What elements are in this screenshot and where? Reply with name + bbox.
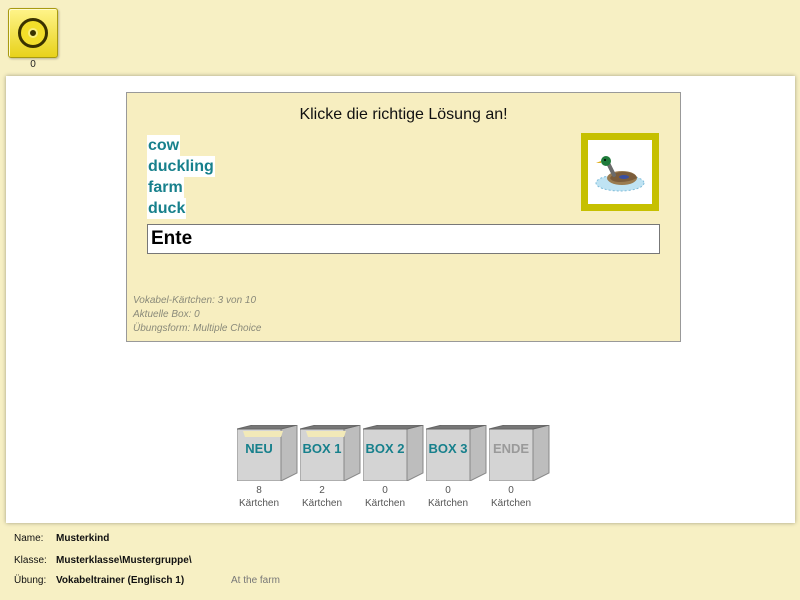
class-name: Musterklasse\Mustergruppe\ [56, 555, 192, 566]
meta-box: Aktuelle Box: 0 [133, 309, 200, 320]
box-3-label: BOX 3 [428, 441, 468, 456]
box-2[interactable]: BOX 2 0 Kärtchen [363, 425, 425, 509]
box-1-count: 2 Kärtchen [301, 485, 343, 509]
card-instruction: Klicke die richtige Lösung an! [299, 106, 508, 123]
vocab-card: Klicke die richtige Lösung an! cow duckl… [126, 92, 681, 342]
answer-options: cow duckling farm duck [147, 135, 215, 219]
duck-picture-icon [595, 156, 645, 192]
student-info: Name: Musterkind Klasse: Musterklasse\Must… [14, 533, 280, 586]
option-cow[interactable]: cow [147, 135, 181, 156]
main-panel: Klicke die richtige Lösung an! cow duckl… [6, 76, 795, 523]
speaker-icon [18, 18, 48, 48]
option-duckling[interactable]: duckling [147, 156, 215, 177]
target-word-field: Ente [147, 224, 660, 254]
exercise-topic: At the farm [231, 575, 280, 586]
box-3[interactable]: BOX 3 0 Kärtchen [426, 425, 488, 509]
student-name: Musterkind [56, 533, 110, 544]
sound-button[interactable] [8, 8, 58, 58]
box-ende-label: ENDE [492, 441, 530, 456]
box-1-label: BOX 1 [302, 441, 342, 456]
box-ende-count: 0 Kärtchen [490, 485, 532, 509]
option-duck[interactable]: duck [147, 198, 187, 219]
box-neu[interactable]: NEU 8 Kärtchen [237, 425, 299, 509]
box-2-count: 0 Kärtchen [364, 485, 406, 509]
box-neu-label: NEU [245, 441, 273, 456]
meta-cards: Vokabel-Kärtchen: 3 von 10 [133, 295, 257, 306]
box-1[interactable]: BOX 1 2 Kärtchen [300, 425, 362, 509]
box-2-label: BOX 2 [365, 441, 405, 456]
box-neu-count: 8 Kärtchen [238, 485, 280, 509]
option-farm[interactable]: farm [147, 177, 184, 198]
score-counter: 0 [30, 59, 36, 70]
box-3-count: 0 Kärtchen [427, 485, 469, 509]
meta-mode: Übungsform: Multiple Choice [133, 323, 262, 334]
picture-frame [581, 133, 659, 211]
box-ende[interactable]: ENDE 0 Kärtchen [489, 425, 551, 509]
exercise-name: Vokabeltrainer (Englisch 1) [56, 575, 185, 586]
card-meta: Vokabel-Kärtchen: 3 von 10 Aktuelle Box:… [133, 294, 261, 336]
